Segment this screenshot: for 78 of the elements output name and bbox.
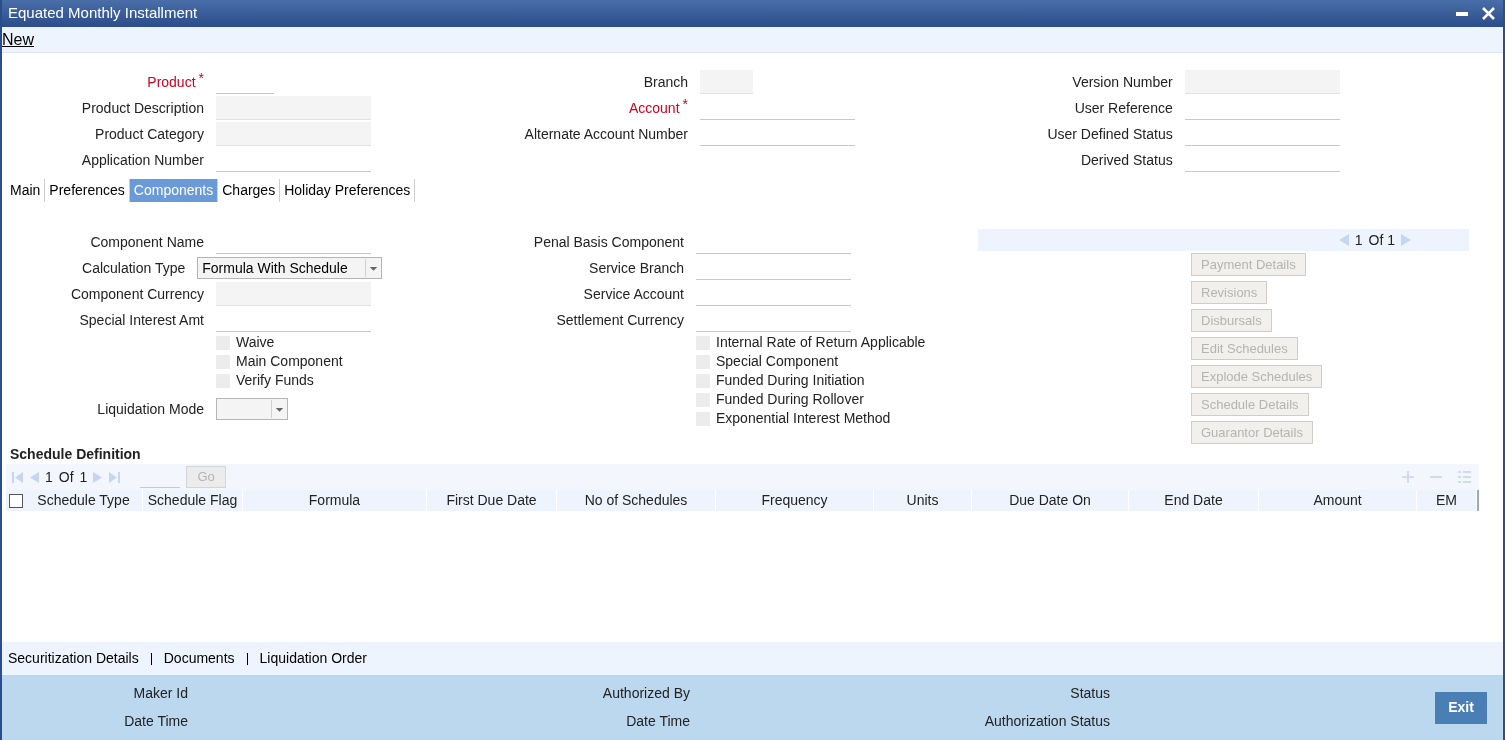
list-icon[interactable] [1458, 471, 1471, 483]
field-label: Product Description [81, 98, 204, 118]
audit-label: Date Time [124, 712, 188, 731]
field-label: Version Number [1072, 72, 1173, 92]
first-page-icon[interactable] [12, 471, 23, 483]
column-header: Formula [308, 491, 361, 510]
last-page-icon[interactable] [109, 471, 121, 483]
field-label: Penal Basis Component [532, 232, 684, 252]
column-header: Schedule Type [37, 491, 130, 510]
field-label: Settlement Currency [555, 310, 684, 330]
field-label: User Defined Status [1047, 124, 1173, 144]
page-of: Of [58, 467, 74, 487]
dropdown[interactable] [216, 398, 288, 420]
input-field[interactable] [216, 96, 371, 120]
footer-link[interactable]: Documents [163, 648, 235, 669]
section-title: Schedule Definition [10, 444, 141, 464]
page-number: 1 [45, 467, 53, 487]
field-label: Application Number [81, 150, 204, 170]
field-label: Product [147, 72, 196, 92]
audit-label: Maker Id [133, 684, 188, 703]
checkbox-label: Funded During Rollover [716, 390, 864, 409]
audit-label: Date Time [626, 712, 690, 731]
column-header: End Date [1164, 491, 1223, 510]
column-header: No of Schedules [584, 491, 688, 510]
tab[interactable]: Components [129, 179, 219, 202]
checkbox-label: Funded During Initiation [716, 371, 865, 390]
footer-link[interactable]: Liquidation Order [259, 648, 367, 669]
field-label: User Reference [1074, 98, 1173, 118]
checkbox-label: Main Component [236, 352, 343, 371]
field-label: Component Name [89, 232, 204, 252]
add-icon[interactable] [1402, 471, 1414, 483]
column-header: Schedule Flag [147, 491, 238, 510]
input-field[interactable] [700, 70, 753, 94]
close-icon[interactable] [1482, 7, 1495, 20]
field-label: Component Currency [69, 284, 204, 304]
next-icon[interactable] [1401, 234, 1411, 246]
input-field[interactable] [1184, 70, 1340, 94]
exit-button[interactable]: Exit [1435, 691, 1487, 724]
dropdown[interactable]: Formula With Schedule [197, 257, 382, 279]
column-header: EM [1436, 491, 1457, 510]
field-label: Liquidation Mode [96, 399, 204, 419]
checkbox-label: Exponential Interest Method [716, 409, 891, 428]
field-label: Derived Status [1080, 150, 1173, 170]
checkbox-label: Special Component [716, 352, 839, 371]
column-header: Amount [1313, 491, 1362, 510]
required-marker: * [198, 71, 204, 84]
previous-icon[interactable] [29, 471, 39, 483]
field-label: Special Interest Amt [78, 310, 204, 330]
field-label: Service Branch [588, 258, 684, 278]
column-header: Due Date On [1009, 491, 1091, 510]
page-number: 1 [1354, 230, 1363, 250]
column-header: Frequency [761, 491, 828, 510]
audit-label: Authorized By [602, 684, 690, 703]
input-field[interactable] [216, 122, 371, 146]
field-label: Calculation Type [81, 258, 186, 278]
required-marker: * [682, 97, 688, 110]
previous-icon[interactable] [1338, 234, 1349, 246]
field-label: Product Category [95, 124, 204, 144]
page-total: 1 [79, 467, 88, 487]
column-header: Units [906, 491, 939, 510]
checkbox-label: Verify Funds [236, 371, 314, 390]
field-label: Alternate Account Number [524, 124, 688, 144]
next-icon[interactable] [93, 471, 104, 483]
page-total: Of 1 [1368, 230, 1395, 250]
select-all-checkbox[interactable] [8, 493, 23, 508]
checkbox-label: Waive [236, 333, 275, 352]
column-header: First Due Date [446, 491, 537, 510]
footer-link[interactable]: Securitization Details [8, 648, 139, 669]
field-label: Service Account [582, 284, 684, 304]
new-link[interactable]: New [2, 27, 34, 52]
audit-label: Authorization Status [984, 712, 1110, 731]
field-label: Account [628, 98, 680, 118]
minimize-icon[interactable] [1456, 11, 1468, 16]
input-field[interactable] [216, 282, 371, 306]
checkbox-label: Internal Rate of Return Applicable [716, 333, 926, 352]
field-label: Branch [643, 72, 688, 92]
audit-label: Status [1070, 684, 1110, 703]
window-title: Equated Monthly Installment [8, 3, 198, 24]
